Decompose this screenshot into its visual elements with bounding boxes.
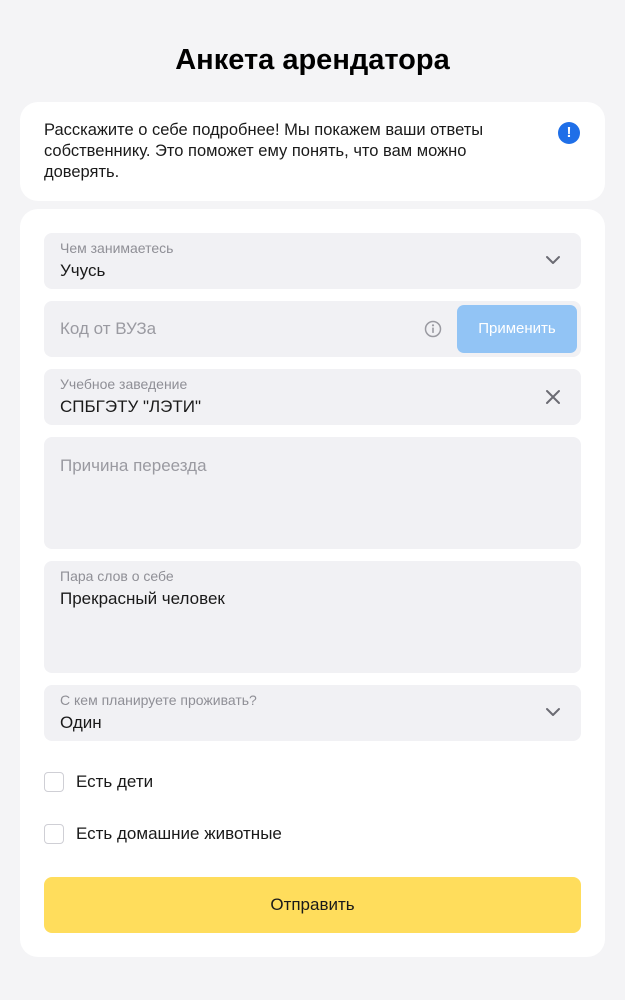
school-value: СПБГЭТУ "ЛЭТИ" — [60, 397, 202, 416]
about-value: Прекрасный человек — [60, 589, 225, 608]
chevron-down-icon — [546, 708, 560, 716]
submit-button[interactable]: Отправить — [44, 877, 581, 933]
form-card: Чем занимаетесь Учусь Код от ВУЗа Примен… — [20, 209, 605, 957]
school-field[interactable]: Учебное заведение СПБГЭТУ "ЛЭТИ" — [44, 369, 581, 425]
intro-text: Расскажите о себе подробнее! Мы покажем … — [44, 121, 484, 181]
chevron-down-icon — [546, 256, 560, 264]
exclamation-icon: ! — [558, 122, 580, 144]
page-title: Анкета арендатора — [175, 44, 450, 76]
occupation-label: Чем занимаетесь — [60, 240, 174, 256]
info-icon[interactable] — [424, 320, 442, 338]
intro-card: Расскажите о себе подробнее! Мы покажем … — [20, 102, 605, 201]
about-textarea[interactable]: Пара слов о себе Прекрасный человек — [44, 561, 581, 673]
move-reason-textarea[interactable]: Причина переезда — [44, 437, 581, 549]
about-label: Пара слов о себе — [60, 568, 174, 584]
occupation-select[interactable]: Чем занимаетесь Учусь — [44, 233, 581, 289]
apply-button[interactable]: Применить — [457, 305, 577, 353]
clear-icon[interactable] — [545, 389, 561, 405]
living-with-label: С кем планируете проживать? — [60, 692, 257, 708]
has-pets-label: Есть домашние животные — [76, 824, 282, 843]
university-code-field[interactable]: Код от ВУЗа Применить — [44, 301, 581, 357]
has-pets-row[interactable]: Есть домашние животные — [44, 823, 282, 845]
university-code-placeholder: Код от ВУЗа — [60, 319, 157, 338]
has-children-checkbox[interactable] — [44, 772, 64, 792]
occupation-value: Учусь — [60, 261, 106, 280]
move-reason-placeholder: Причина переезда — [60, 456, 207, 475]
school-label: Учебное заведение — [60, 376, 188, 392]
tenant-form-page: Анкета арендатора Расскажите о себе подр… — [0, 0, 625, 1000]
has-pets-checkbox[interactable] — [44, 824, 64, 844]
has-children-row[interactable]: Есть дети — [44, 771, 153, 793]
living-with-select[interactable]: С кем планируете проживать? Один — [44, 685, 581, 741]
has-children-label: Есть дети — [76, 772, 154, 791]
living-with-value: Один — [60, 713, 102, 732]
